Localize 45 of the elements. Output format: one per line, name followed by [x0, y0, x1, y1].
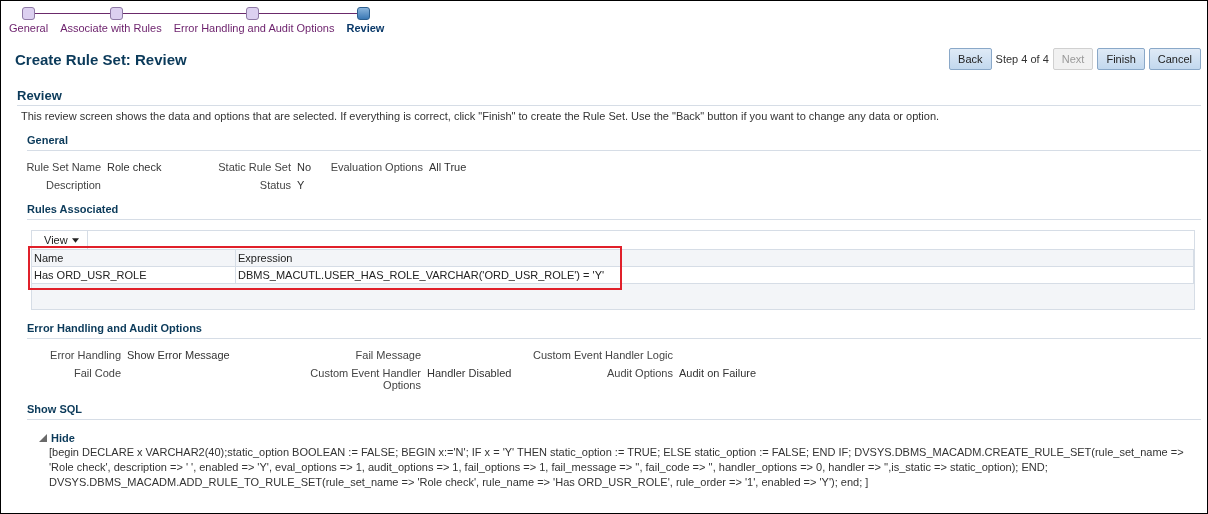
step-link[interactable]: General [9, 22, 49, 34]
step-indicator: Step 4 of 4 [995, 53, 1049, 65]
field-label: Custom Event Handler Logic [532, 349, 673, 361]
section-heading: Rules Associated [27, 203, 1201, 220]
cancel-button[interactable]: Cancel [1148, 48, 1201, 70]
section-heading: Review [17, 88, 1201, 106]
field-value: No [297, 161, 313, 173]
field-label: Custom Event Handler Options [309, 367, 421, 391]
caret-icon [71, 237, 79, 243]
page-title: Create Rule Set: Review [15, 50, 187, 68]
field-value: Handler Disabled [427, 367, 513, 379]
section-heading: Show SQL [27, 403, 1201, 420]
step-marker[interactable] [110, 6, 123, 20]
field-label: Error Handling [49, 349, 121, 361]
field-value: All True [429, 161, 468, 173]
view-menu[interactable]: View [36, 231, 88, 249]
field-label: Fail Code [72, 367, 121, 379]
sql-text: [begin DECLARE x VARCHAR2(40);static_option BOOLEAN := FALSE; BEGIN x:='N'; IF x = 'Y' THEN static_option := TRUE; ELSE static_option := FALSE; END IF; DVSYS.DBMS_MACADM.CREATE_RULE_SET(rule_set_name => 'Role check', description => ' ', enabled => 'Y', eval_options => 1, audit_options => 1, fail_options => 1, fail_message => '', fail_code => '', handler_options => 0, handler => '',is_static => static_option); END; DVSYS.DBMS_MACADM.ADD_RULE_TO_RULE_SET(rule_set_name => 'Role check', rule_name => 'Has ORD_USR_ROLE', rule_order => '1', enabled => 'Y'); end; ] [49, 445, 1185, 490]
step-link[interactable]: Review [346, 22, 385, 34]
field-label: Description [44, 179, 101, 191]
step-marker[interactable] [246, 6, 259, 20]
section-heading: General [27, 134, 1201, 151]
field-label: Status [258, 179, 291, 191]
hide-toggle[interactable]: Hide [39, 432, 75, 444]
step-link[interactable]: Error Handling and Audit Options [173, 22, 335, 34]
step-marker[interactable] [357, 6, 370, 20]
field-value: Role check [107, 161, 163, 173]
field-label: Static Rule Set [217, 161, 291, 173]
back-button[interactable]: Back [949, 48, 992, 70]
column-header[interactable]: Name [32, 250, 236, 266]
section-heading: Error Handling and Audit Options [27, 322, 1201, 339]
field-label: Fail Message [354, 349, 421, 361]
field-value: Y [297, 179, 306, 191]
column-header[interactable]: Expression [236, 250, 1194, 266]
field-label: Audit Options [605, 367, 673, 379]
field-label: Evaluation Options [329, 161, 423, 173]
step-marker[interactable] [22, 6, 35, 20]
intro-text: This review screen shows the data and options that are selected. If everything is correct, click "Finish" to create the Rule Set. Use the "Back" button if you want to change any data or option. [21, 110, 941, 122]
finish-button[interactable]: Finish [1097, 48, 1145, 70]
field-label: Rule Set Name [25, 161, 101, 173]
step-link[interactable]: Associate with Rules [60, 22, 162, 34]
field-value: Show Error Message [127, 349, 231, 361]
table-cell: Has ORD_USR_ROLE [32, 267, 236, 283]
table-cell: DBMS_MACUTL.USER_HAS_ROLE_VARCHAR('ORD_USR_ROLE') = 'Y' [236, 267, 1194, 283]
field-value: Audit on Failure [679, 367, 758, 379]
